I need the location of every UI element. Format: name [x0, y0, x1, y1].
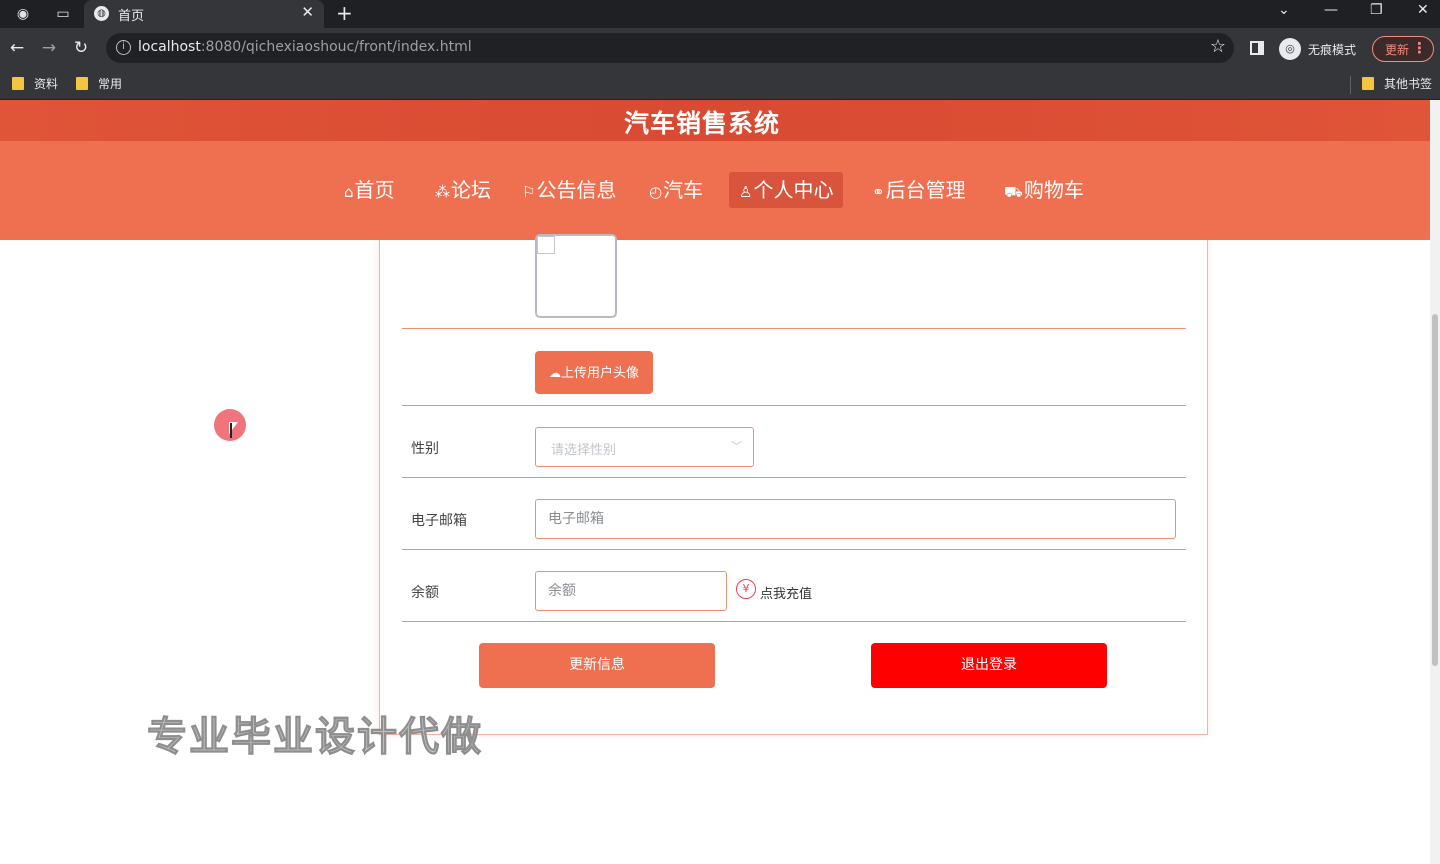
browser-update-button[interactable]: 更新 ⋮ [1372, 36, 1434, 62]
nav-item-forum[interactable]: ⁂论坛 [429, 172, 497, 208]
bookmarks-divider [1350, 76, 1351, 94]
incognito-label: 无痕模式 [1308, 43, 1357, 57]
row-divider [402, 621, 1186, 622]
balance-label: 余额 [411, 585, 439, 601]
nav-item-admin[interactable]: ⚭后台管理 [866, 172, 972, 208]
close-window-icon[interactable]: ✕ [1417, 2, 1429, 18]
browser-menu-icon[interactable]: ◉ [12, 4, 34, 24]
yen-icon: ¥ [736, 579, 756, 599]
profile-form-card: ☁上传用户头像 性别 请选择性别 ﹀ 电子邮箱 余额 ¥ 点我充值 更新信息 退… [379, 234, 1208, 735]
site-title: 汽车销售系统 [623, 109, 780, 138]
minimize-icon[interactable]: — [1324, 2, 1338, 18]
back-icon[interactable]: ← [6, 37, 28, 59]
nav-item-cars[interactable]: ◴汽车 [643, 172, 709, 208]
restore-icon[interactable]: ❐ [1370, 2, 1383, 18]
new-tab-icon[interactable]: + [336, 1, 353, 25]
upload-avatar-button[interactable]: ☁上传用户头像 [535, 351, 653, 394]
row-divider [402, 477, 1186, 478]
recharge-label: 点我充值 [760, 587, 813, 602]
reload-icon[interactable]: ↻ [70, 37, 92, 59]
bookmarks-bar: 资料 常用 其他书签 [0, 68, 1440, 100]
scrollbar-thumb[interactable] [1432, 314, 1438, 666]
bookmark-star-icon[interactable]: ☆ [1210, 36, 1226, 57]
clock-icon: ◴ [649, 183, 663, 201]
update-label: 更新 [1385, 43, 1410, 57]
row-divider [402, 549, 1186, 550]
balance-field[interactable] [535, 571, 727, 611]
forum-icon: ⁂ [435, 183, 450, 201]
nav-label: 公告信息 [536, 178, 617, 202]
mouse-cursor-icon [229, 422, 238, 438]
folder-icon [12, 77, 24, 90]
nav-label: 论坛 [451, 178, 491, 202]
site-header: 汽车销售系统 ⌂首页 ⁂论坛 ⚐公告信息 ◴汽车 ♙个人中心 ⚭后台管理 ⛟购物… [0, 100, 1430, 240]
email-field[interactable] [535, 499, 1176, 539]
link-icon: ⚭ [872, 183, 885, 201]
home-icon: ⌂ [344, 183, 354, 201]
update-info-button[interactable]: 更新信息 [479, 643, 715, 688]
url-text[interactable]: localhost:8080/qichexiaoshouc/front/inde… [138, 39, 472, 55]
bookmark-label: 常用 [98, 77, 123, 91]
incognito-icon[interactable]: ◎ [1279, 38, 1301, 60]
folder-icon [1362, 77, 1374, 90]
browser-tab-active[interactable]: ◍ 首页 ✕ [84, 0, 324, 28]
gender-select[interactable]: 请选择性别 ﹀ [535, 427, 754, 467]
nav-label: 汽车 [663, 178, 704, 202]
tab-title: 首页 [118, 9, 145, 24]
flag-icon: ⚐ [522, 183, 536, 201]
browser-tab-bar: ◉ ▭ ◍ 首页 ✕ + ⌄ — ❐ ✕ [0, 0, 1440, 28]
forward-icon[interactable]: → [38, 37, 60, 59]
close-tab-icon[interactable]: ✕ [301, 3, 314, 21]
nav-label: 购物车 [1023, 178, 1084, 202]
site-info-icon[interactable]: i [116, 40, 131, 55]
nav-label: 后台管理 [885, 178, 966, 202]
watermark-text: 专业毕业设计代做 [147, 714, 483, 761]
row-divider [402, 328, 1186, 329]
nav-label: 个人中心 [753, 178, 834, 202]
address-bar[interactable]: i localhost:8080/qichexiaoshouc/front/in… [106, 33, 1234, 63]
nav-item-cart[interactable]: ⛟购物车 [998, 172, 1090, 208]
more-menu-icon: ⋮ [1412, 39, 1427, 57]
avatar-placeholder-icon [537, 236, 555, 254]
chevron-down-icon: ﹀ [731, 440, 742, 453]
row-divider [402, 405, 1186, 406]
logout-button[interactable]: 退出登录 [871, 643, 1107, 688]
nav-item-home[interactable]: ⌂首页 [338, 172, 401, 208]
tab-search-icon[interactable]: ⌄ [1278, 2, 1290, 18]
gender-label: 性别 [411, 441, 439, 457]
tab-strip-icon[interactable]: ▭ [52, 4, 74, 24]
site-title-bar: 汽车销售系统 [0, 100, 1430, 141]
nav-item-announcements[interactable]: ⚐公告信息 [516, 172, 622, 208]
globe-icon: ◍ [94, 6, 109, 21]
page-scrollbar[interactable] [1430, 100, 1440, 864]
user-icon: ♙ [739, 183, 753, 201]
email-label: 电子邮箱 [411, 513, 467, 529]
cloud-upload-icon: ☁ [548, 366, 561, 380]
nav-item-personal-center[interactable]: ♙个人中心 [729, 172, 844, 208]
upload-label: 上传用户头像 [560, 365, 639, 380]
bookmark-label: 其他书签 [1384, 77, 1433, 91]
cart-icon: ⛟ [1004, 183, 1023, 201]
side-panel-icon[interactable] [1250, 41, 1264, 55]
bookmark-label: 资料 [34, 77, 59, 91]
browser-toolbar: ← → ↻ i localhost:8080/qichexiaoshouc/fr… [0, 28, 1440, 68]
gender-placeholder: 请选择性别 [551, 443, 617, 458]
avatar-preview[interactable] [535, 234, 617, 318]
nav-label: 首页 [354, 178, 395, 202]
folder-icon [76, 77, 88, 90]
